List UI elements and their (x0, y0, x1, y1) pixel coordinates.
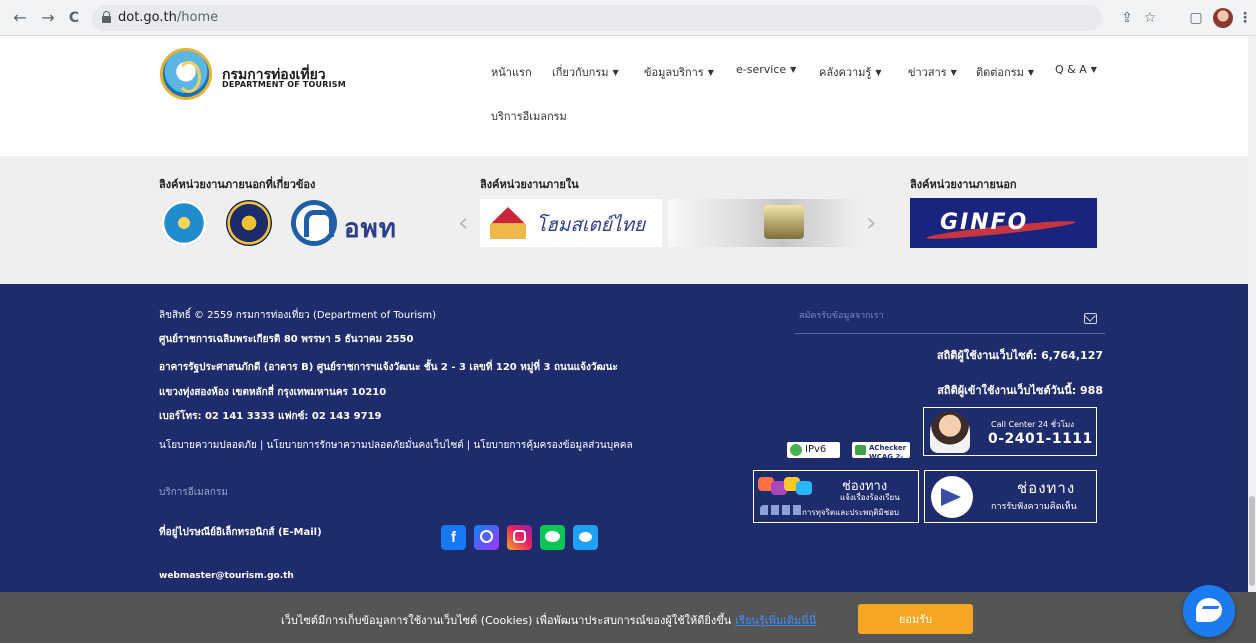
menu-home[interactable]: หน้าแรก (491, 63, 532, 81)
call-center-box[interactable]: Call Center 24 ชั่วโมง 0-2401-1111 (923, 407, 1097, 456)
tourism-authority-logo[interactable] (291, 200, 337, 246)
related-agency-logo-1[interactable] (161, 200, 207, 246)
speech-bubbles-icon (758, 477, 812, 501)
menu-contact[interactable]: ติดต่อกรม ▼ (976, 63, 1034, 81)
call-center-label: Call Center 24 ชั่วโมง (991, 420, 1075, 429)
chevron-down-icon: ▼ (1090, 65, 1097, 74)
megaphone-icon (931, 476, 973, 518)
messenger-icon[interactable] (474, 525, 499, 550)
address-line-2: อาคารรัฐประศาสนภักดี (อาคาร B) ศูนย์ราชก… (159, 362, 618, 373)
slider-prev-icon[interactable]: ‹ (458, 208, 468, 238)
address-line-3: แขวงทุ่งสองห้อง เขตหลักสี่ กรุงเทพมหานคร… (159, 387, 387, 398)
homestay-house-icon (490, 207, 526, 239)
logo-title-en[interactable]: DEPARTMENT OF TOURISM (222, 80, 346, 89)
site-footer: ลิขสิทธิ์ © 2559 กรมการท่องเที่ยว (Depar… (0, 284, 1256, 592)
menu-about[interactable]: เกี่ยวกับกรม ▼ (552, 63, 619, 81)
external-links-title: ลิงค์หน่วยงานภายนอก (910, 178, 1017, 191)
chevron-down-icon: ▼ (707, 68, 714, 77)
site-header: กรมการท่องเที่ยว DEPARTMENT OF TOURISM ห… (0, 36, 1256, 156)
email-label: ที่อยู่ไปรษณีย์อิเล็กทรอนิกส์ (E-Mail) (159, 527, 322, 538)
menu-news[interactable]: ข่าวสาร ▼ (908, 63, 957, 81)
share-icon[interactable]: ⇪ (1117, 8, 1137, 28)
forward-button[interactable]: → (38, 8, 58, 28)
feedback-channel-button[interactable]: ช่องทาง การรับฟังความคิดเห็น (924, 470, 1097, 523)
people-icon (760, 505, 804, 515)
line-icon[interactable] (540, 525, 565, 550)
tourist-police-logo[interactable] (226, 200, 272, 246)
thai-tourism-banner[interactable] (668, 199, 858, 247)
twitter-icon[interactable] (573, 525, 598, 550)
copyright-text: ลิขสิทธิ์ © 2559 กรมการท่องเที่ยว (Depar… (159, 310, 436, 321)
url-text: dot.go.th/home (118, 10, 219, 25)
tab-search-icon[interactable]: ▢ (1186, 8, 1206, 28)
menu-e-service[interactable]: e-service ▼ (736, 63, 796, 76)
department-logo-emblem[interactable] (160, 48, 212, 100)
browser-menu-icon[interactable]: ⋮ (1235, 8, 1255, 28)
phone-fax-text: เบอร์โทร: 02 141 3333 แฟกซ์: 02 143 9719 (159, 411, 382, 422)
lock-icon (102, 11, 111, 23)
email-service-link[interactable]: บริการอีเมลกรม (159, 485, 228, 500)
instagram-icon[interactable] (507, 525, 532, 550)
cookie-learn-more-link[interactable]: เรียนรู้เพิ่มเติมนี่นี่ (735, 614, 816, 627)
menu-qa[interactable]: Q & A ▼ (1055, 63, 1097, 76)
related-external-links-title: ลิงค์หน่วยงานภายนอกที่เกี่ยวข้อง (159, 178, 316, 191)
internal-links-title: ลิงค์หน่วยงานภายใน (480, 178, 579, 191)
chevron-down-icon: ▼ (790, 65, 797, 74)
ipv6-badge[interactable]: IPv6 (787, 442, 840, 458)
cookie-notice: เว็บไซต์มีการเก็บข้อมูลการใช้งานเว็บไซต์… (281, 614, 817, 627)
chevron-down-icon: ▼ (1027, 68, 1035, 77)
chevron-down-icon: ▼ (950, 68, 957, 77)
call-center-number: 0-2401-1111 (988, 431, 1093, 447)
menu-knowledge[interactable]: คลังความรู้ ▼ (819, 63, 882, 81)
browser-toolbar: ← → C dot.go.th/home ⇪ ☆ ▢ ⋮ (0, 0, 1256, 36)
visitor-stats-today: สถิติผู้เข้าใช้งานเว็บไซต์วันนี้: 988 (937, 384, 1103, 397)
subscribe-form (795, 304, 1105, 334)
tourism-thumbnail-icon (764, 205, 804, 239)
reload-button[interactable]: C (64, 8, 84, 28)
call-agent-icon (930, 411, 970, 453)
ginfo-banner[interactable]: GINFO (910, 198, 1097, 248)
subscribe-email-input[interactable] (799, 311, 1069, 321)
back-button[interactable]: ← (10, 8, 30, 28)
envelope-icon[interactable] (1084, 313, 1097, 324)
visitor-stats-total: สถิติผู้ใช้งานเว็บไซต์: 6,764,127 (936, 349, 1103, 362)
homestay-thai-banner[interactable]: โฮมสเตย์ไทย (480, 199, 662, 247)
cookie-consent-bar: เว็บไซต์มีการเก็บข้อมูลการใช้งานเว็บไซต์… (0, 592, 1256, 643)
chevron-down-icon: ▼ (612, 68, 619, 77)
complaint-channel-button[interactable]: ช่องทาง แจ้งเรื่องร้องเรียน การทุจริตและ… (753, 470, 919, 523)
profile-avatar[interactable] (1213, 8, 1233, 28)
messenger-chat-icon[interactable] (1183, 585, 1235, 637)
menu-email-service[interactable]: บริการอีเมลกรม (491, 107, 567, 125)
facebook-icon[interactable]: f (441, 525, 466, 550)
achecker-badge[interactable]: AChecker WCAG 2-AA (852, 442, 910, 470)
page-scrollbar[interactable] (1248, 36, 1256, 592)
email-address[interactable]: webmaster@tourism.go.th (159, 571, 294, 581)
policy-links[interactable]: นโยบายความปลอดภัย | นโยบายการรักษาความปล… (159, 438, 633, 453)
cookie-accept-button[interactable]: ยอมรับ (858, 604, 973, 634)
agency-links-section: ลิงค์หน่วยงานภายนอกที่เกี่ยวข้อง อพท ลิง… (0, 156, 1256, 284)
chevron-down-icon: ▼ (875, 68, 882, 77)
address-line-1: ศูนย์ราชการเฉลิมพระเกียรติ 80 พรรษา 5 ธั… (159, 334, 414, 345)
address-bar[interactable]: dot.go.th/home (92, 5, 1102, 31)
dasta-logo[interactable]: อพท (344, 208, 397, 249)
bookmark-star-icon[interactable]: ☆ (1140, 8, 1160, 28)
slider-next-icon[interactable]: › (866, 208, 876, 238)
menu-services[interactable]: ข้อมูลบริการ ▼ (644, 63, 714, 81)
